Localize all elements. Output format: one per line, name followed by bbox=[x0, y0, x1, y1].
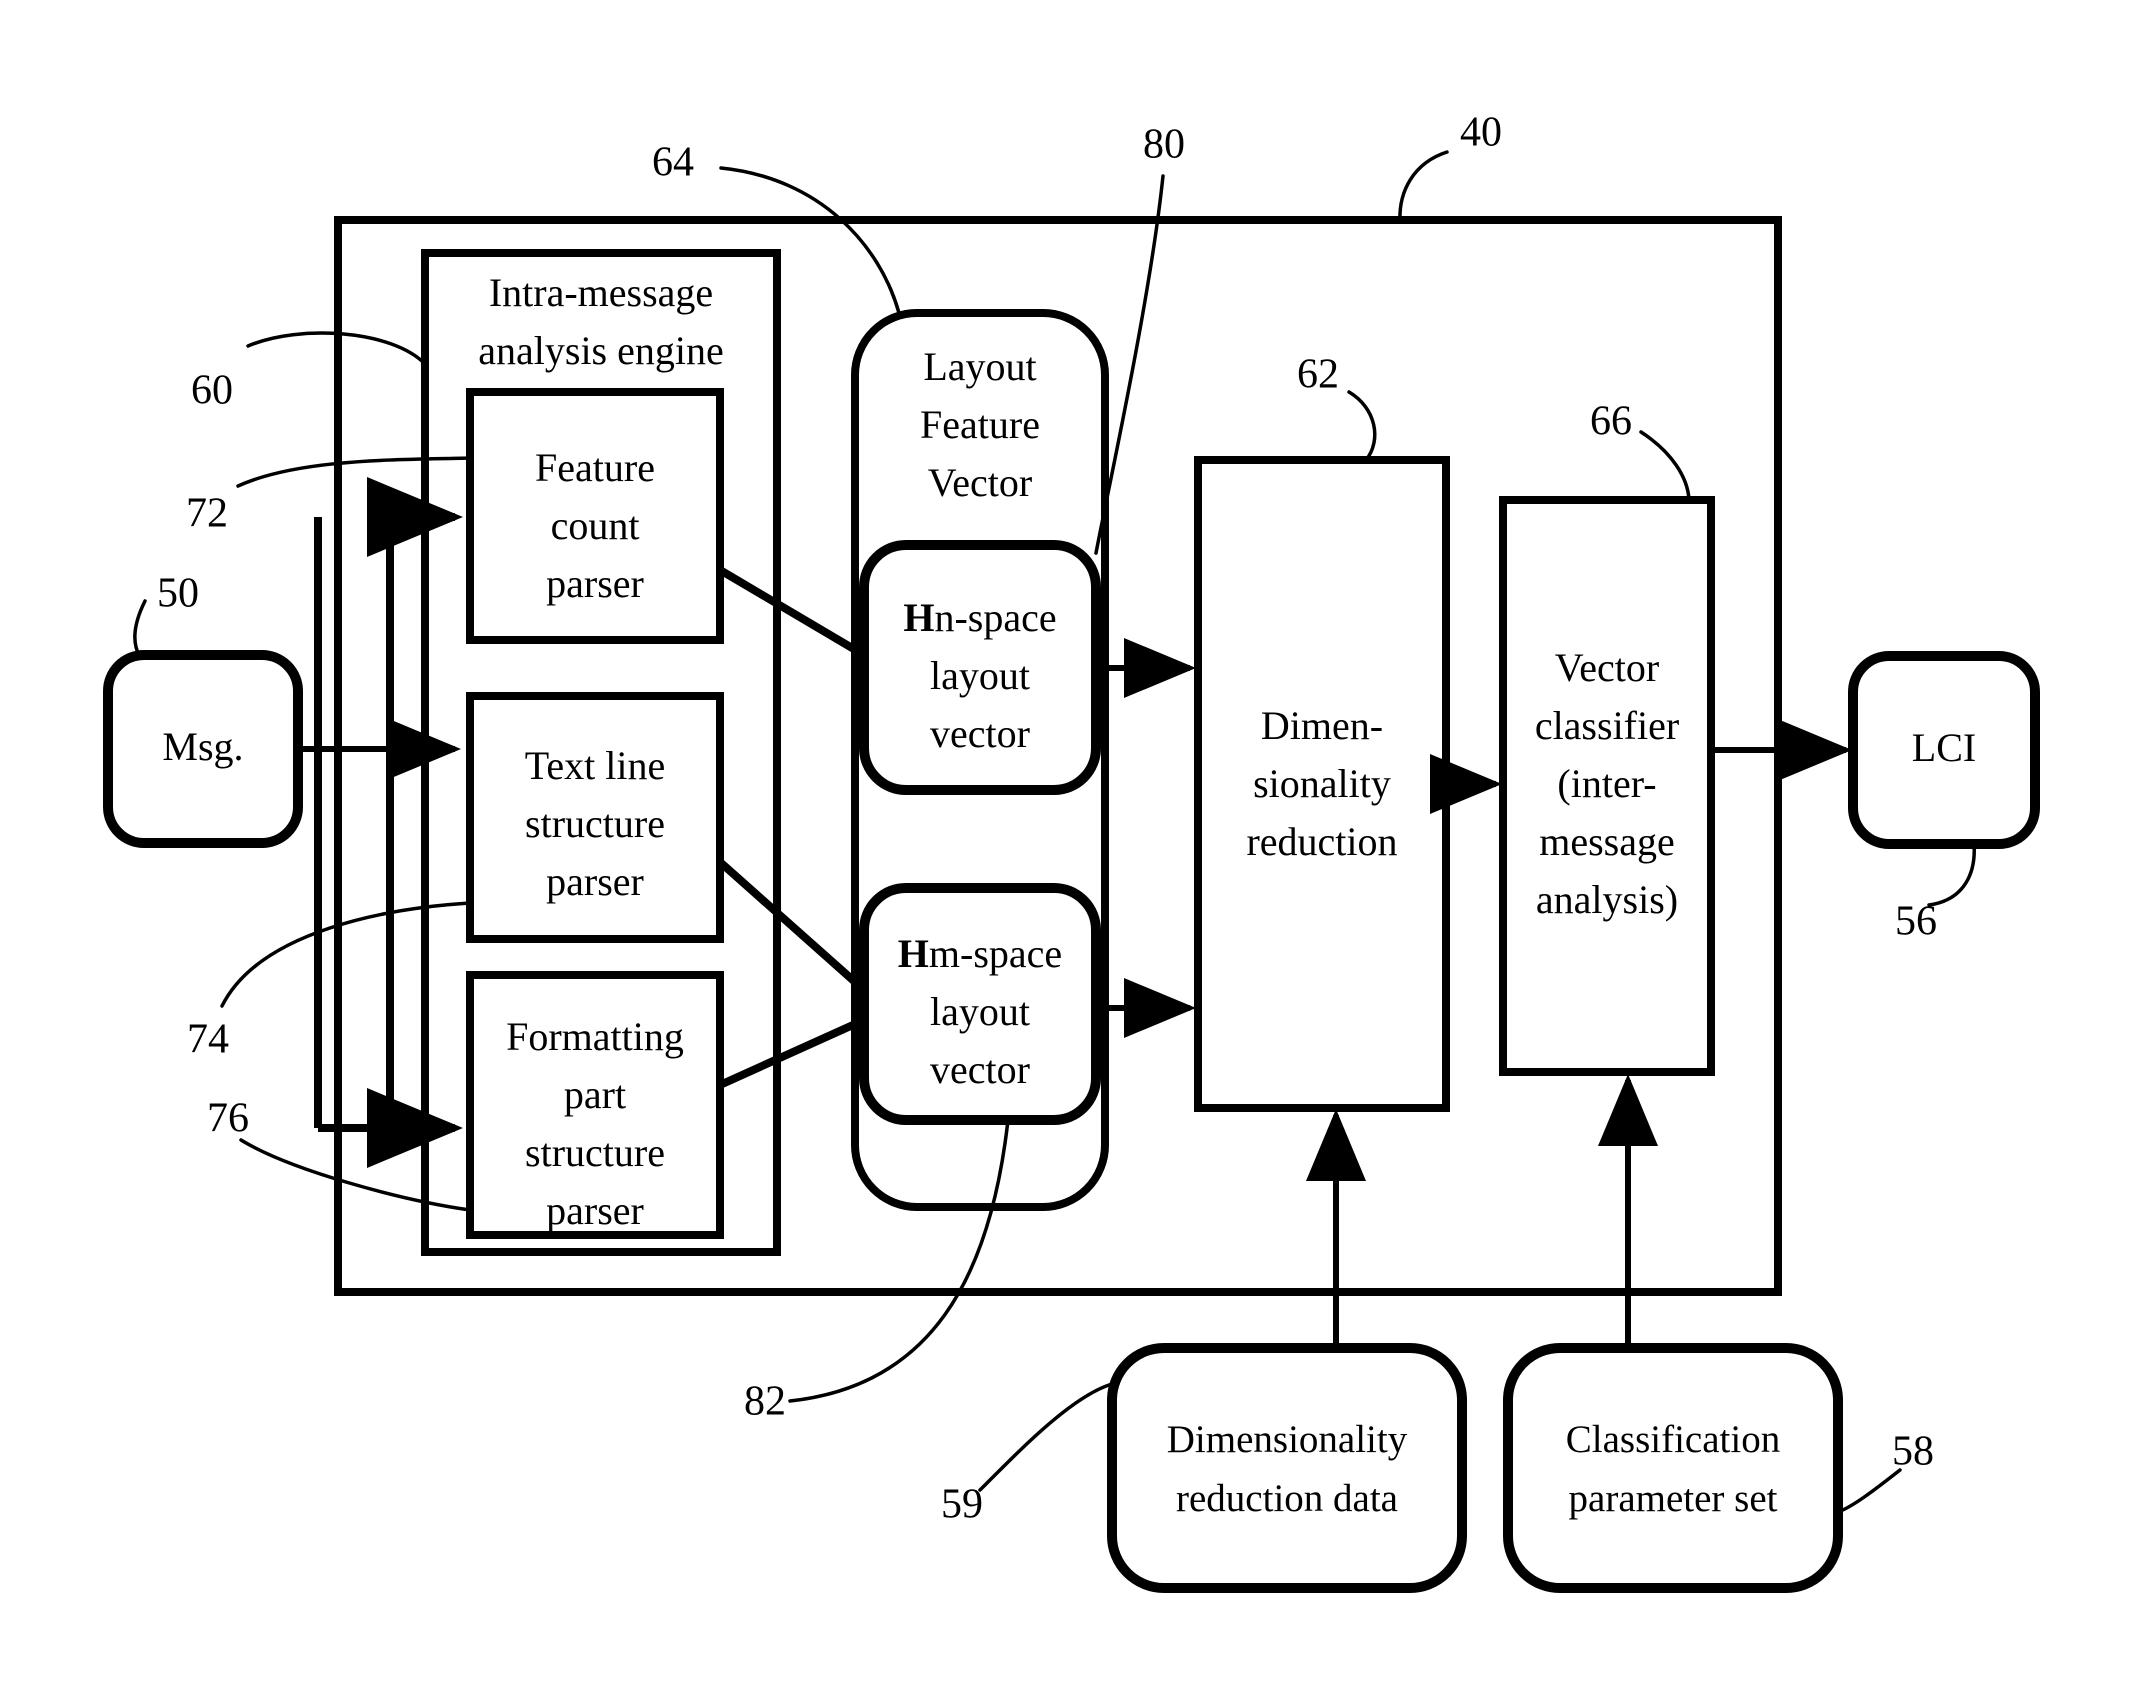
connector-text-line-to-hm-space bbox=[717, 859, 867, 993]
leader-82 bbox=[788, 1118, 1010, 1403]
leader-50 bbox=[133, 599, 147, 659]
lci-box bbox=[1848, 651, 2040, 849]
hn-space-layout-vector-box bbox=[859, 540, 1101, 795]
dimensionality-reduction-data-box bbox=[1107, 1343, 1467, 1593]
connector-formatting-to-hm-space bbox=[718, 1016, 866, 1089]
connector-feature-count-to-hn-space bbox=[717, 566, 867, 659]
leader-72 bbox=[236, 456, 472, 488]
leader-58 bbox=[1836, 1468, 1902, 1514]
leader-59 bbox=[978, 1382, 1114, 1492]
leader-64 bbox=[719, 166, 901, 315]
text-line-structure-parser-box bbox=[466, 692, 724, 943]
formatting-part-structure-parser-box bbox=[466, 971, 724, 1239]
leader-66 bbox=[1639, 430, 1691, 502]
feature-count-parser-box bbox=[466, 388, 724, 644]
leader-76 bbox=[239, 1138, 472, 1212]
intra-message-engine-box bbox=[421, 249, 781, 1256]
leader-62 bbox=[1347, 390, 1377, 462]
dimensionality-reduction-box bbox=[1194, 456, 1450, 1112]
hm-space-layout-vector-box bbox=[859, 883, 1101, 1125]
patent-figure: Msg. Intra-message analysis engine Featu… bbox=[0, 0, 2135, 1704]
leader-40 bbox=[1398, 150, 1449, 222]
outer-system-boundary bbox=[334, 216, 1782, 1296]
vector-classifier-box bbox=[1499, 496, 1715, 1076]
leader-74 bbox=[220, 901, 472, 1008]
diagram-canvas bbox=[103, 150, 2040, 1593]
msg-box bbox=[103, 650, 303, 848]
classification-parameter-set-box bbox=[1503, 1343, 1843, 1593]
leader-56 bbox=[1927, 842, 1976, 907]
layout-feature-vector-box bbox=[851, 309, 1109, 1211]
